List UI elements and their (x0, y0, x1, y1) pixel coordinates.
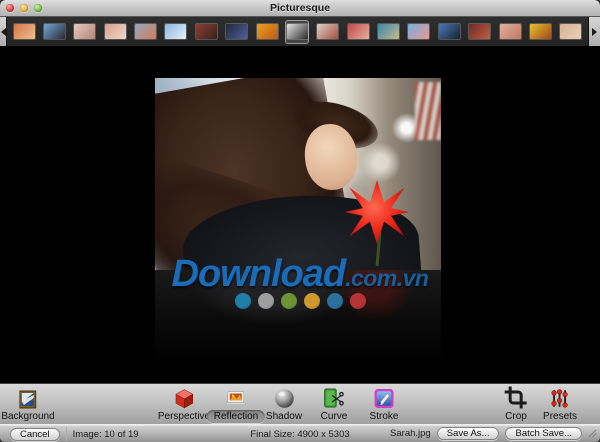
toolbar-item-curve[interactable]: Curve (314, 386, 355, 423)
reflection-icon (225, 386, 247, 409)
right-arrow-icon (592, 27, 597, 36)
photo-awning-detail (415, 82, 441, 140)
thumbnail-image (529, 24, 551, 39)
status-bar: Cancel Image: 10 of 19 Final Size: 4900 … (0, 424, 600, 442)
save-as-button[interactable]: Save As... (436, 427, 500, 440)
filmstrip-thumbnail[interactable] (498, 20, 522, 44)
thumbnail-image (74, 24, 96, 39)
reflection-label: Reflection (206, 410, 266, 423)
filmstrip-thumbnail[interactable] (73, 20, 97, 44)
thumbnail-image (256, 24, 278, 39)
resize-grip-icon[interactable] (588, 429, 597, 438)
filmstrip-thumbnail-selected[interactable] (285, 19, 310, 44)
crop-icon (505, 386, 528, 409)
scroll-left-button[interactable] (0, 17, 7, 46)
toolbar-item-shadow[interactable]: Shadow (259, 386, 309, 423)
filmstrip-thumbnail[interactable] (468, 20, 492, 44)
thumbnail-image (499, 24, 521, 39)
thumbnail-image (317, 24, 339, 39)
filmstrip-thumbnail[interactable] (194, 20, 218, 44)
left-arrow-icon (0, 27, 6, 36)
photo-preview[interactable] (155, 78, 441, 270)
filename-label: Sarah.jpg (390, 428, 431, 439)
toolbar-item-presets[interactable]: Presets (536, 386, 584, 423)
filmstrip-thumbnail[interactable] (225, 20, 249, 44)
thumbnail-image (13, 24, 35, 39)
thumbnail-image (560, 24, 582, 39)
window-title: Picturesque (269, 2, 331, 14)
background-label: Background (1, 411, 55, 422)
thumbnail-image (378, 24, 399, 39)
app-window: Picturesque Download.com.vn Background Pe (0, 0, 600, 442)
background-icon (19, 386, 37, 409)
perspective-icon (174, 386, 195, 409)
filmstrip-thumbnail[interactable] (437, 20, 461, 44)
thumbnail-image (195, 24, 217, 39)
filmstrip-thumbnail[interactable] (316, 20, 340, 44)
stroke-label: Stroke (369, 411, 399, 422)
filmstrip-thumbnail[interactable] (377, 20, 401, 44)
scroll-right-button[interactable] (588, 17, 600, 46)
toolbar-item-stroke[interactable]: Stroke (363, 386, 406, 423)
stroke-icon (374, 386, 395, 409)
thumbnail-image (408, 24, 430, 39)
photo-reflection-effect (155, 270, 441, 366)
toolbar-item-background[interactable]: Background (0, 386, 62, 423)
filmstrip-thumbnail[interactable] (407, 20, 431, 44)
thumbnail-image (347, 24, 369, 39)
filmstrip-thumbnail[interactable] (346, 20, 370, 44)
filmstrip-thumbnail[interactable] (164, 20, 188, 44)
thumbnail-image (43, 24, 65, 39)
shadow-label: Shadow (265, 411, 303, 422)
thumbnail-image (104, 24, 126, 39)
filmstrip-thumbnail[interactable] (12, 20, 36, 44)
toolbar-item-reflection[interactable]: Reflection (206, 386, 266, 423)
thumbnail-strip (8, 17, 587, 46)
editing-canvas: Download.com.vn (0, 46, 600, 383)
thumbnail-image (286, 24, 308, 39)
thumbnail-image (226, 24, 248, 39)
filmstrip-thumbnail[interactable] (528, 20, 552, 44)
filmstrip-thumbnail[interactable] (103, 20, 127, 44)
filmstrip-thumbnail[interactable] (134, 20, 158, 44)
thumbnail-image (135, 24, 156, 39)
presets-label: Presets (543, 411, 577, 422)
batch-save-button[interactable]: Batch Save... (505, 427, 582, 440)
filmstrip (0, 17, 600, 46)
filmstrip-thumbnail[interactable] (42, 20, 66, 44)
shadow-icon (273, 386, 294, 409)
effects-toolbar: Background Perspective Reflection Shadow Cur… (0, 383, 600, 424)
status-right: Sarah.jpg Save As... Batch Save... (390, 427, 597, 440)
curve-label: Curve (320, 411, 348, 422)
filmstrip-thumbnail[interactable] (255, 20, 279, 44)
crop-label: Crop (505, 411, 527, 422)
presets-icon (550, 386, 571, 409)
toolbar-item-crop[interactable]: Crop (498, 386, 534, 423)
thumbnail-image (438, 24, 460, 39)
thumbnail-image (469, 24, 491, 39)
filmstrip-thumbnail[interactable] (559, 20, 583, 44)
curve-icon (323, 386, 345, 409)
thumbnail-image (165, 24, 187, 39)
title-bar: Picturesque (0, 0, 600, 17)
